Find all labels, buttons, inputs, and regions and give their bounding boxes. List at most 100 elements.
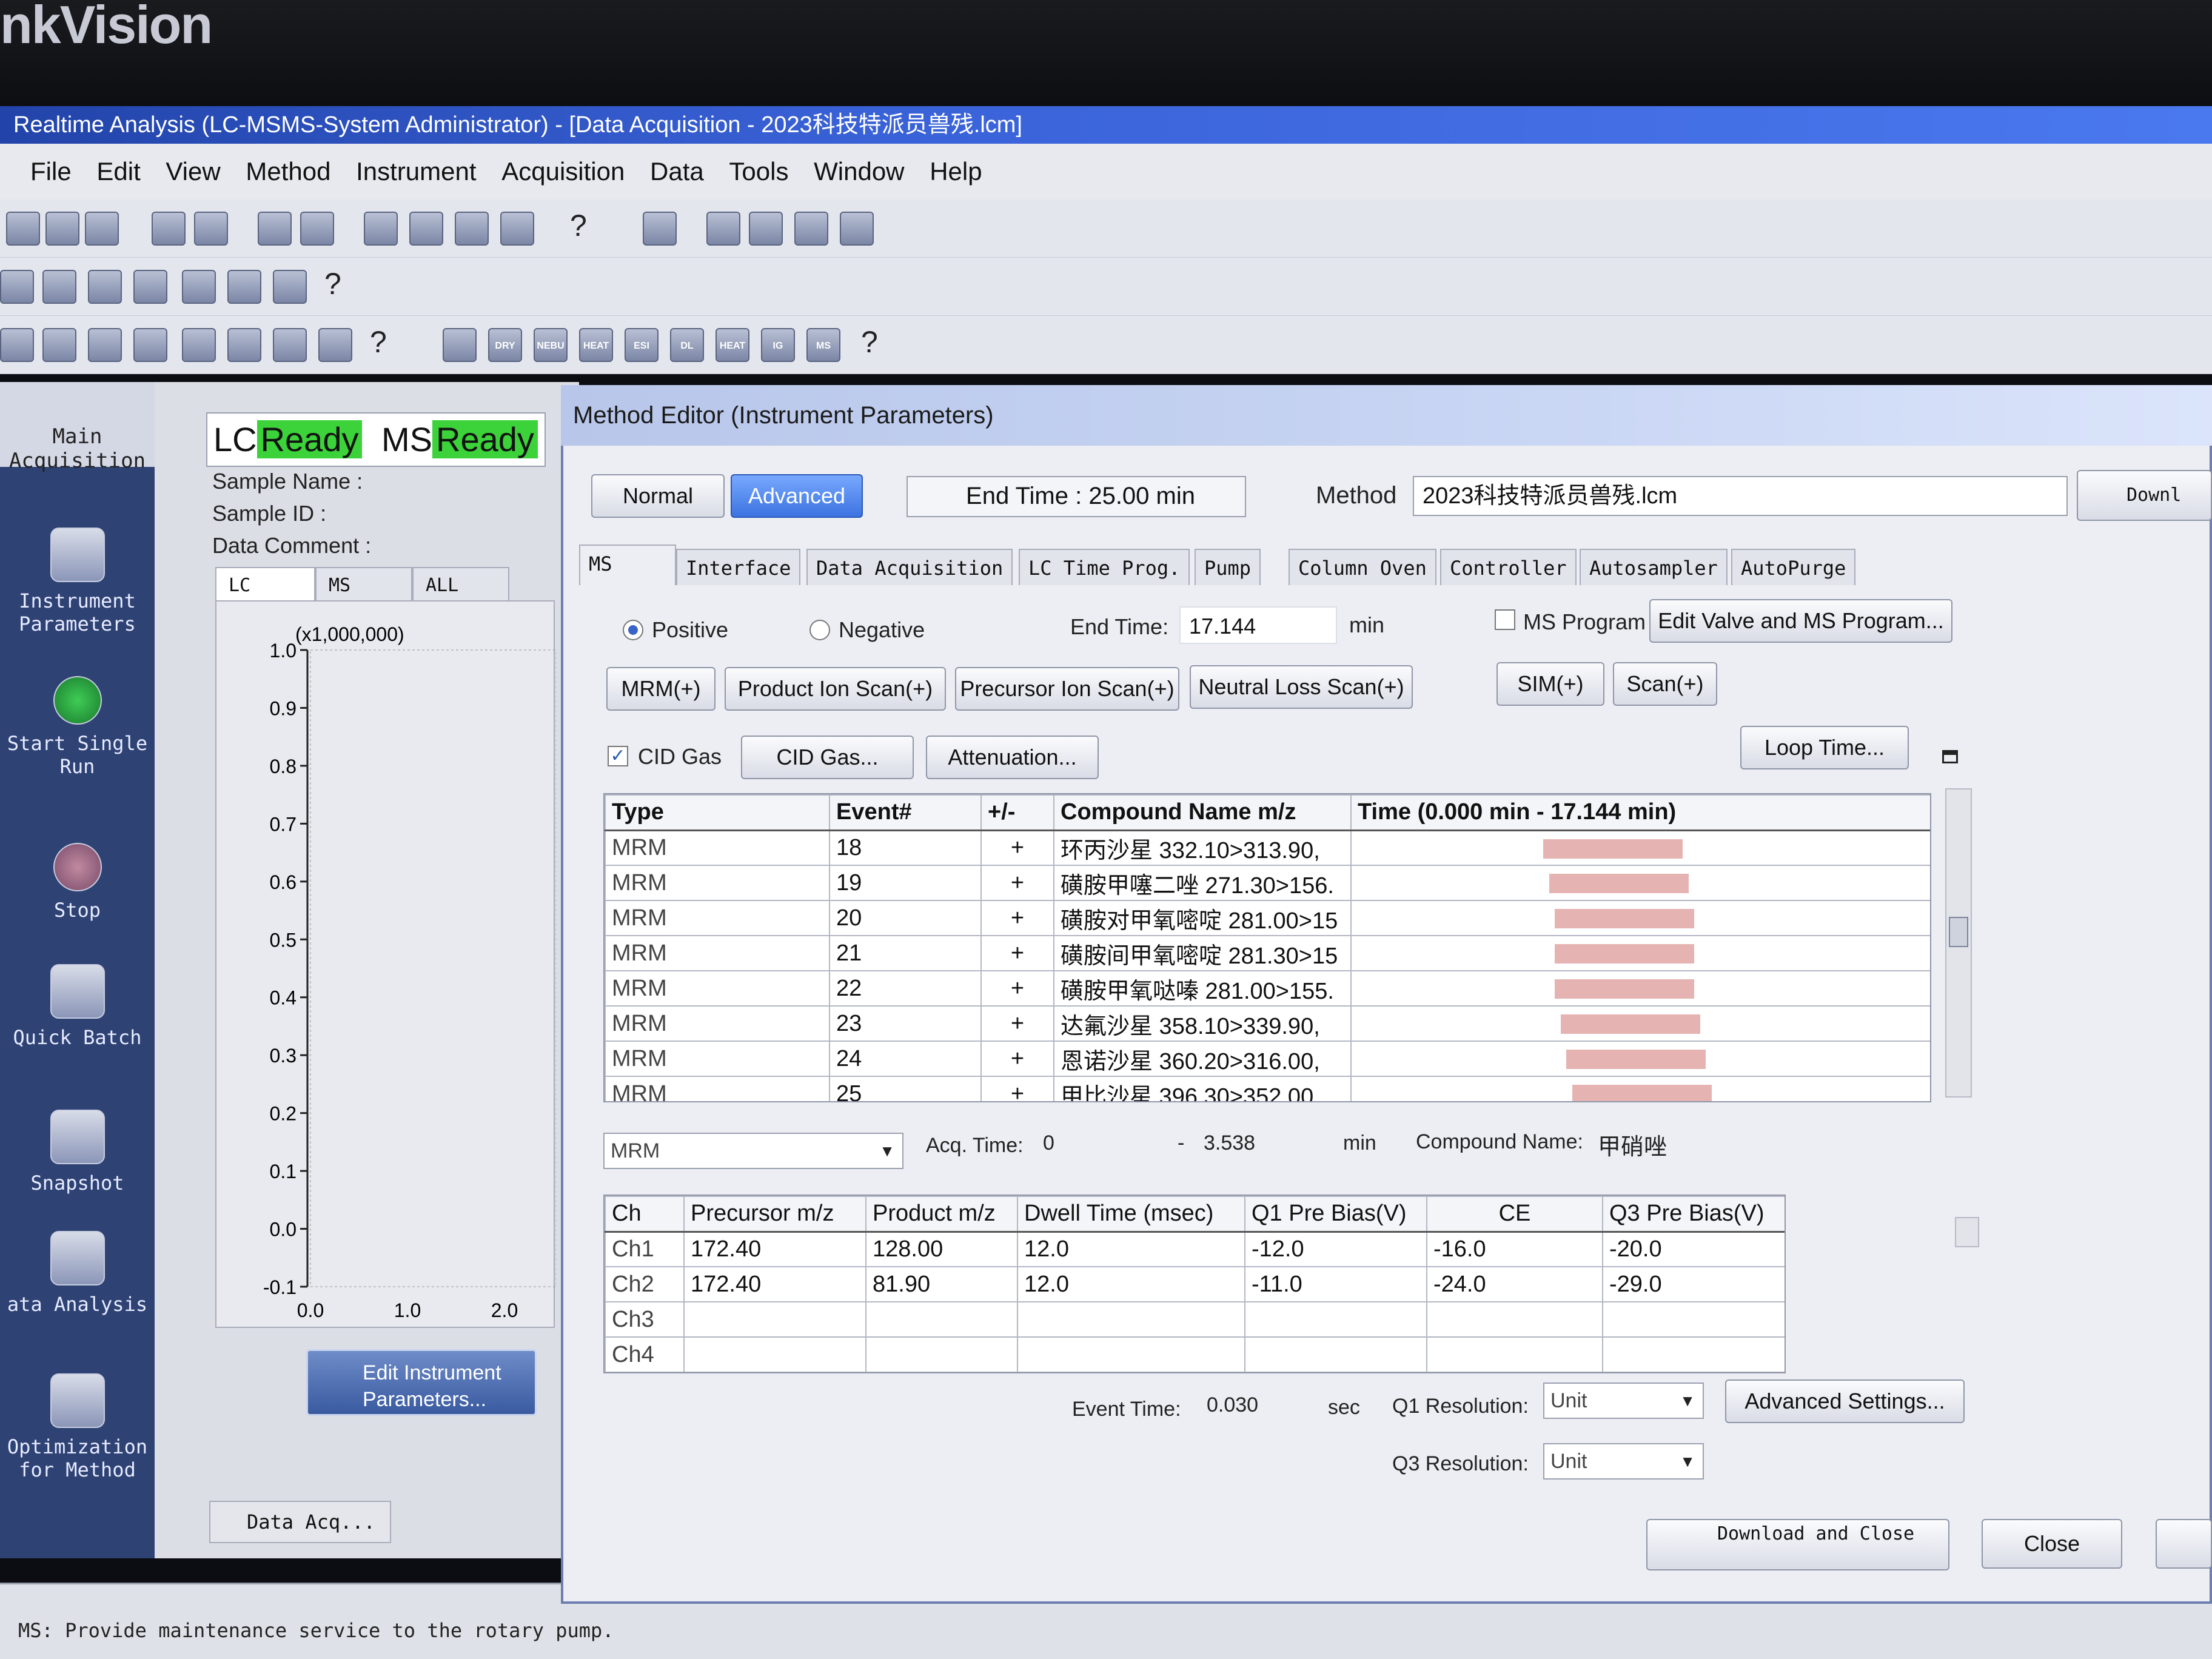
cell-polarity[interactable]: + (980, 1005, 1054, 1042)
stop-small-icon[interactable] (273, 328, 307, 362)
channel-cell[interactable] (683, 1336, 866, 1372)
channel-cell[interactable]: 12.0 (1017, 1231, 1245, 1267)
attenuation-button[interactable]: Attenuation... (926, 736, 1099, 779)
cell-polarity[interactable]: + (980, 970, 1054, 1007)
ms-icon[interactable] (443, 328, 477, 362)
cid-gas-button[interactable]: CID Gas... (741, 736, 914, 779)
batch-icon[interactable] (182, 270, 216, 304)
tab-lc[interactable]: LC (215, 567, 315, 602)
event-col-polarity[interactable]: +/- (980, 794, 1054, 831)
event-col-compound[interactable]: Compound Name m/z (1053, 794, 1352, 831)
heat-block-icon[interactable]: HEAT (716, 328, 749, 362)
cell-type[interactable]: MRM (605, 865, 830, 901)
cell-compound[interactable]: 磺胺甲氧哒嗪 281.00>155. (1053, 970, 1352, 1007)
tool-icon[interactable] (840, 212, 874, 246)
cell-compound[interactable]: 磺胺对甲氧嘧啶 281.00>15 (1053, 900, 1352, 936)
layout-4-icon[interactable] (500, 212, 534, 246)
help-icon[interactable]: ? (570, 208, 587, 243)
cell-event[interactable]: 18 (829, 830, 982, 866)
cid-gas-checkbox[interactable]: ✓ (608, 746, 628, 766)
scan-plus-button[interactable]: Scan(+) (1613, 662, 1717, 706)
channel-cell[interactable]: 172.40 (683, 1266, 866, 1302)
product-ion-scan-button[interactable]: Product Ion Scan(+) (725, 667, 946, 711)
channel-cell[interactable] (865, 1301, 1018, 1338)
cell-event[interactable]: 21 (829, 935, 982, 971)
cell-type[interactable]: MRM (605, 830, 830, 866)
dry-gas-icon[interactable]: DRY (488, 328, 522, 362)
cell-type[interactable]: MRM (605, 970, 830, 1007)
sidebar-item-stop[interactable]: Stop (0, 843, 155, 922)
channel-cell[interactable] (865, 1336, 1018, 1372)
cell-time-bar[interactable] (1350, 935, 1930, 971)
bar-icon[interactable] (182, 328, 216, 362)
new-file-icon[interactable] (6, 212, 40, 246)
layout-3-icon[interactable] (455, 212, 489, 246)
event-col-type[interactable]: Type (605, 794, 830, 831)
sidebar-item-instrument-parameters[interactable]: Instrument Parameters (0, 528, 155, 635)
cell-compound[interactable]: 环丙沙星 332.10>313.90, (1053, 830, 1352, 866)
tab-autopurge[interactable]: AutoPurge (1731, 549, 1856, 585)
channel-cell[interactable]: -16.0 (1426, 1231, 1603, 1267)
method-file-field[interactable]: 2023科技特派员兽残.lcm (1413, 476, 2068, 516)
cell-time-bar[interactable] (1350, 1041, 1930, 1077)
cell-event[interactable]: 23 (829, 1005, 982, 1042)
event-time-value[interactable]: 0.030 (1207, 1393, 1258, 1417)
channel-cell[interactable]: -29.0 (1602, 1266, 1785, 1302)
channel-col-ce[interactable]: CE (1426, 1196, 1603, 1233)
channel-cell[interactable] (1244, 1301, 1427, 1338)
queue-icon[interactable] (227, 270, 261, 304)
save-icon[interactable] (85, 212, 119, 246)
menu-view[interactable]: View (166, 144, 220, 199)
menu-tools[interactable]: Tools (729, 144, 788, 199)
menu-data[interactable]: Data (650, 144, 704, 199)
scroll-thumb[interactable] (1955, 1217, 1979, 1247)
cell-event[interactable]: 24 (829, 1041, 982, 1077)
cell-time-bar[interactable] (1350, 970, 1930, 1007)
table-row[interactable]: Ch3 (605, 1301, 1785, 1338)
layout-2-icon[interactable] (409, 212, 443, 246)
channel-cell[interactable]: 81.90 (865, 1266, 1018, 1302)
layout-1-icon[interactable] (364, 212, 398, 246)
menu-edit[interactable]: Edit (96, 144, 140, 199)
cell-time-bar[interactable] (1350, 1076, 1930, 1101)
sidebar-item-data-analysis[interactable]: ata Analysis (0, 1231, 155, 1316)
precursor-ion-scan-button[interactable]: Precursor Ion Scan(+) (955, 667, 1179, 711)
channel-cell[interactable] (1017, 1301, 1245, 1338)
table-row[interactable]: MRM 18 + 环丙沙星 332.10>313.90, (605, 830, 1930, 866)
tab-ms[interactable]: MS (315, 567, 412, 602)
mrm-plus-button[interactable]: MRM(+) (606, 667, 716, 711)
settings-icon[interactable] (300, 212, 334, 246)
menu-instrument[interactable]: Instrument (356, 144, 476, 199)
mode-advanced-button[interactable]: Advanced (731, 474, 863, 518)
tab-ms-params[interactable]: MS (579, 545, 676, 585)
diamond-icon[interactable] (706, 212, 740, 246)
channel-cell[interactable]: 172.40 (683, 1231, 866, 1267)
channel-cell[interactable]: -24.0 (1426, 1266, 1603, 1302)
channel-cell[interactable] (1426, 1336, 1603, 1372)
cell-type[interactable]: MRM (605, 935, 830, 971)
help-button[interactable] (2156, 1519, 2212, 1569)
channel-cell[interactable] (1244, 1336, 1427, 1372)
tab-interface[interactable]: Interface (676, 549, 801, 585)
print-icon[interactable] (152, 212, 186, 246)
table-row[interactable]: MRM 24 + 恩诺沙星 360.20>316.00, (605, 1041, 1930, 1077)
esi-icon[interactable]: ESI (625, 328, 659, 362)
channel-cell[interactable]: -11.0 (1244, 1266, 1427, 1302)
download-and-close-button[interactable]: Download and Close (1646, 1519, 1949, 1570)
channel-cell[interactable] (1602, 1301, 1785, 1338)
download-button[interactable]: Downl (2077, 470, 2212, 521)
tab-data-acq[interactable]: Data Acq... (209, 1501, 391, 1543)
channel-col-q1-bias[interactable]: Q1 Pre Bias(V) (1244, 1196, 1427, 1233)
q1-resolution-select[interactable]: Unit ▼ (1543, 1382, 1704, 1419)
table-row[interactable]: MRM 22 + 磺胺甲氧哒嗪 281.00>155. (605, 970, 1930, 1007)
channel-cell[interactable] (683, 1301, 866, 1338)
sidebar-item-optimization[interactable]: Optimization for Method (0, 1373, 155, 1481)
cell-event[interactable]: 22 (829, 970, 982, 1007)
channel-cell[interactable]: Ch2 (605, 1266, 685, 1302)
menu-help[interactable]: Help (930, 144, 982, 199)
menu-method[interactable]: Method (246, 144, 330, 199)
cell-type[interactable]: MRM (605, 900, 830, 936)
event-col-time[interactable]: Time (0.000 min - 17.144 min) (1350, 794, 1930, 831)
acq-time-start[interactable]: 0 (1043, 1131, 1054, 1155)
channel-cell[interactable]: -20.0 (1602, 1231, 1785, 1267)
